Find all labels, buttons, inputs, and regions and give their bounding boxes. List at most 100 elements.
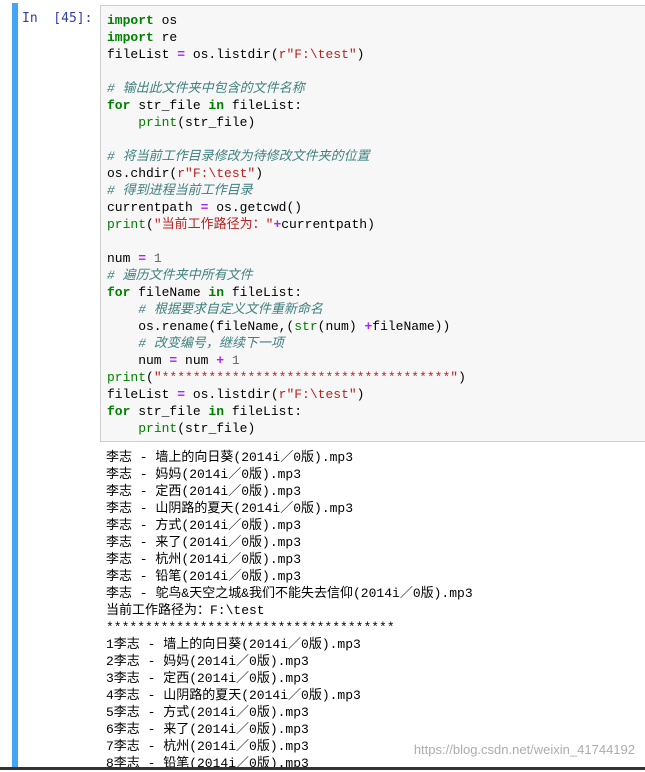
output-line: 李志 - 杭州(2014i／0版).mp3 — [106, 552, 302, 567]
code-token: # 得到进程当前工作目录 — [107, 183, 253, 198]
output-line: 李志 - 方式(2014i／0版).mp3 — [106, 518, 302, 533]
code-token: 1 — [153, 251, 162, 266]
code-line: for fileName in fileList: — [107, 284, 466, 301]
code-line: for str_file in fileList: — [107, 97, 466, 114]
output-line: 李志 - 妈妈(2014i／0版).mp3 — [106, 467, 302, 482]
code-token: # 改变编号，继续下一项 — [138, 336, 284, 351]
code-token: os — [153, 13, 178, 28]
code-token: os.listdir( — [185, 387, 279, 402]
code-token: os.listdir( — [185, 47, 279, 62]
code-line: fileList = os.listdir(r"F:\test") — [107, 386, 466, 403]
code-token: # 输出此文件夹中包含的文件名称 — [107, 81, 305, 96]
output-line: 6李志 - 来了(2014i／0版).mp3 — [106, 722, 309, 737]
code-token: "当前工作路径为：" — [153, 217, 274, 232]
code-token: "*************************************" — [153, 370, 459, 385]
code-line: fileList = os.listdir(r"F:\test") — [107, 46, 466, 63]
code-token: currentpath) — [281, 217, 375, 232]
output-line: 当前工作路径为：F:\test — [106, 603, 265, 618]
code-line: os.chdir(r"F:\test") — [107, 165, 466, 182]
output-line: 李志 - 墙上的向日葵(2014i／0版).mp3 — [106, 450, 354, 465]
code-token: = — [177, 47, 186, 62]
code-line: num = num + 1 — [107, 352, 466, 369]
input-prompt: In [45]: — [22, 11, 93, 26]
code-token: for — [107, 285, 131, 300]
output-line: 李志 - 定西(2014i／0版).mp3 — [106, 484, 302, 499]
code-line: currentpath = os.getcwd() — [107, 199, 466, 216]
code-token: ) — [255, 166, 264, 181]
code-token: print — [138, 115, 178, 130]
code-line: # 改变编号，继续下一项 — [107, 335, 466, 352]
code-token: import — [107, 30, 154, 45]
code-token: print — [107, 370, 147, 385]
code-token: os.chdir( — [107, 166, 178, 181]
code-token: num — [177, 353, 217, 368]
code-line: num = 1 — [107, 250, 466, 267]
code-token: in — [208, 285, 225, 300]
code-token: r"F:\test" — [278, 47, 357, 62]
code-token: 1 — [231, 353, 240, 368]
output-line: 李志 - 鸵鸟&天空之城&我们不能失去信仰(2014i／0版).mp3 — [106, 586, 473, 601]
code-line: print(str_file) — [107, 420, 466, 437]
code-token: re — [153, 30, 178, 45]
code-token: os.rename(fileName,( — [107, 319, 295, 334]
output-line: 李志 - 铅笔(2014i／0版).mp3 — [106, 569, 302, 584]
code-token: fileList: — [224, 404, 303, 419]
output-line: 李志 - 山阴路的夏天(2014i／0版).mp3 — [106, 501, 354, 516]
cell-output: 李志 - 墙上的向日葵(2014i／0版).mp3 李志 - 妈妈(2014i／0… — [106, 449, 473, 772]
code-token: + — [216, 353, 225, 368]
code-token: for — [107, 404, 131, 419]
code-token: r"F:\test" — [177, 166, 256, 181]
code-token: ( — [146, 370, 154, 385]
code-token: ( — [146, 217, 154, 232]
code-token: fileName — [130, 285, 209, 300]
code-token: print — [107, 217, 147, 232]
notebook-cell[interactable]: In [45]: import os import re fileList = os… — [0, 0, 645, 772]
output-line: 5李志 - 方式(2014i／0版).mp3 — [106, 705, 309, 720]
code-token: str — [294, 319, 318, 334]
code-token: ) — [458, 370, 466, 385]
code-token: ) — [356, 47, 365, 62]
code-token: ) — [356, 387, 365, 402]
code-token: str_file — [130, 404, 209, 419]
code-line: print("*********************************… — [107, 369, 466, 386]
code-line: # 遍历文件夹中所有文件 — [107, 267, 466, 284]
code-token: import — [107, 13, 154, 28]
code-token: # 遍历文件夹中所有文件 — [107, 268, 253, 283]
code-token: os.getcwd() — [208, 200, 303, 215]
code-token: num — [107, 251, 139, 266]
code-line: # 将当前工作目录修改为待修改文件夹的位置 — [107, 148, 466, 165]
code-line: import re — [107, 29, 466, 46]
code-line: # 得到进程当前工作目录 — [107, 182, 466, 199]
code-token: str_file — [130, 98, 209, 113]
code-token: currentpath — [107, 200, 201, 215]
code-editor[interactable]: import os import re fileList = os.listdir(… — [100, 5, 645, 442]
code-line: os.rename(fileName,(str(num) +fileName)) — [107, 318, 466, 335]
code-line: print(str_file) — [107, 114, 466, 131]
code-token: fileList: — [224, 285, 303, 300]
code-line: print("当前工作路径为："+currentpath) — [107, 216, 466, 233]
code-token: # 根据要求自定义文件重新命名 — [138, 302, 323, 317]
code-line: import os — [107, 12, 466, 29]
code-line: # 根据要求自定义文件重新命名 — [107, 301, 466, 318]
code-token: fileList — [107, 387, 178, 402]
code-token: fileList: — [224, 98, 303, 113]
code-lines[interactable]: import os import re fileList = os.listdir(… — [107, 12, 466, 437]
code-token: fileName)) — [372, 319, 451, 334]
code-token: (num) — [317, 319, 365, 334]
output-line: 2李志 - 妈妈(2014i／0版).mp3 — [106, 654, 309, 669]
code-token: in — [208, 98, 225, 113]
output-line: 1李志 - 墙上的向日葵(2014i／0版).mp3 — [106, 637, 361, 652]
code-token: for — [107, 98, 131, 113]
code-line: for str_file in fileList: — [107, 403, 466, 420]
cell-selected-indicator — [12, 3, 18, 767]
code-token: (str_file) — [177, 421, 256, 436]
output-line: 3李志 - 定西(2014i／0版).mp3 — [106, 671, 309, 686]
